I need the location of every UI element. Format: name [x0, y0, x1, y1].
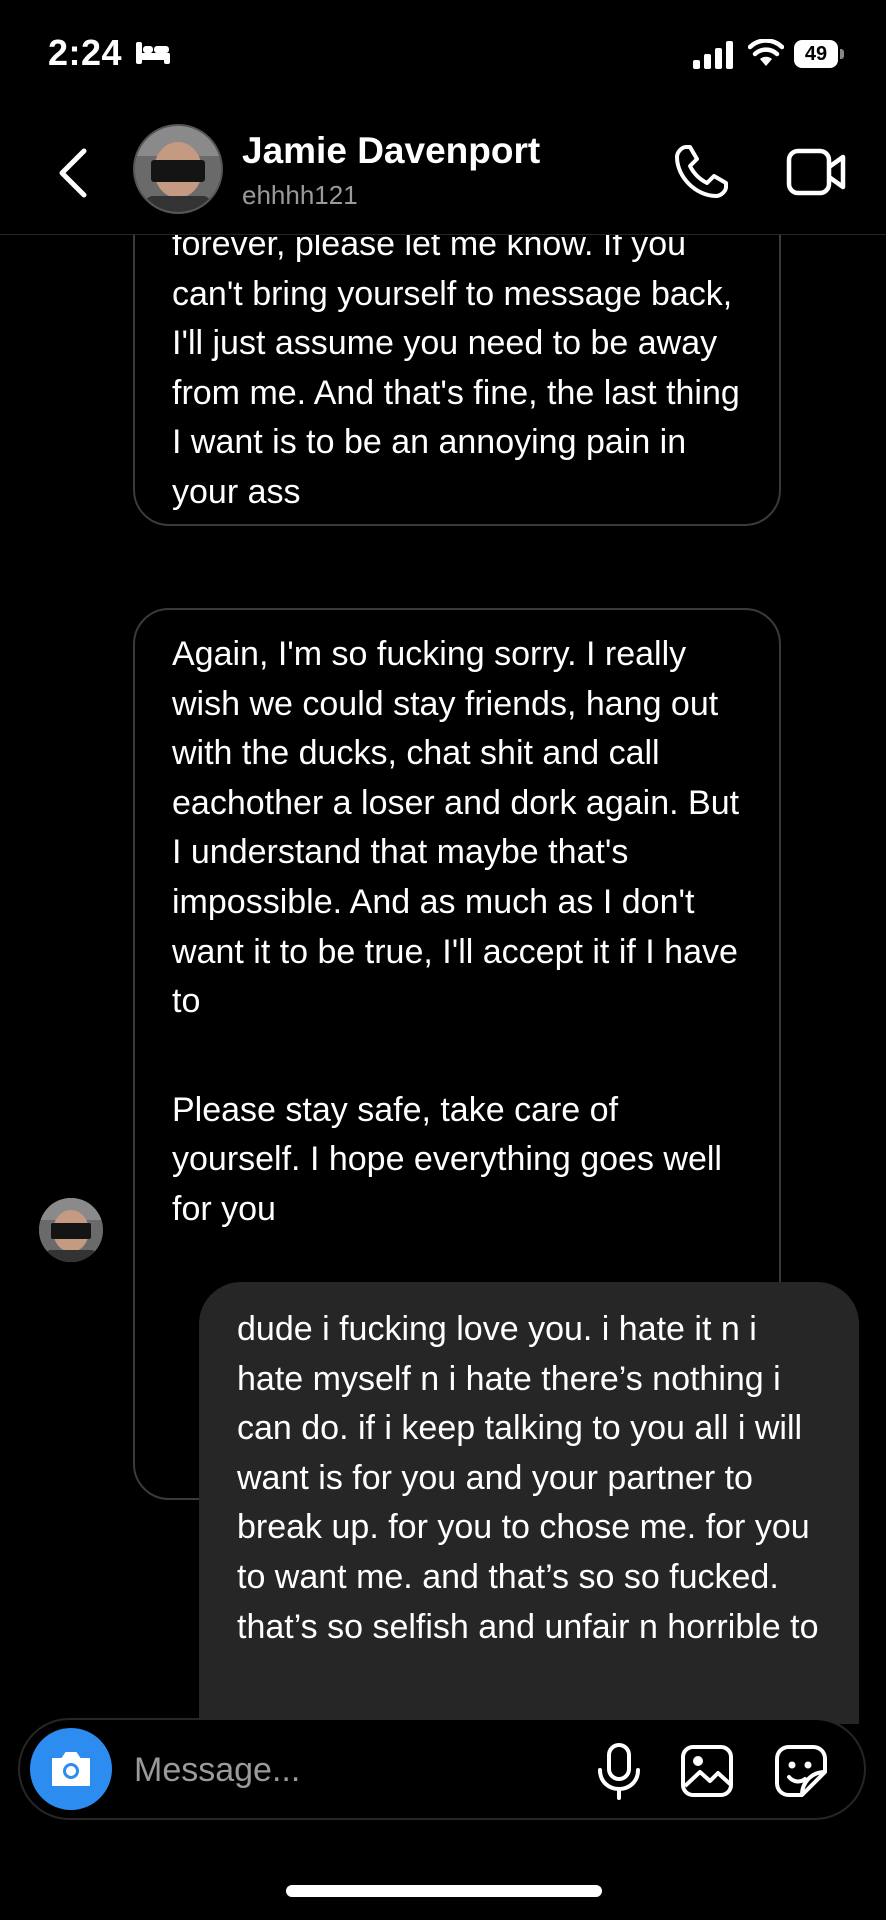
message-composer [18, 1718, 866, 1820]
sticker-icon[interactable] [774, 1744, 828, 1798]
contact-avatar[interactable] [133, 124, 223, 214]
back-chevron-icon[interactable] [50, 145, 94, 201]
gallery-icon[interactable] [680, 1744, 734, 1798]
message-text: forever, please let me know. If you can'… [172, 234, 740, 511]
message-text: Again, I'm so fucking sorry. I really wi… [172, 635, 740, 1021]
battery-level: 49 [794, 40, 838, 68]
message-thread[interactable]: forever, please let me know. If you can'… [0, 234, 886, 1724]
chat-header: Jamie Davenport ehhhh121 [0, 110, 886, 235]
status-time: 2:24 [48, 32, 123, 73]
video-camera-icon[interactable] [786, 146, 848, 198]
contact-username: ehhhh121 [242, 180, 358, 210]
camera-icon [52, 1752, 90, 1786]
status-bar: 2:24 49 [0, 0, 886, 110]
bed-icon [136, 42, 170, 64]
message-input[interactable] [132, 1742, 596, 1798]
home-indicator [286, 1885, 602, 1897]
contact-name[interactable]: Jamie Davenport [242, 130, 540, 172]
phone-call-icon[interactable] [672, 143, 730, 201]
microphone-icon[interactable] [594, 1742, 644, 1800]
message-text: Please stay safe, take care of yourself.… [172, 1090, 722, 1228]
wifi-icon [748, 39, 784, 66]
message-text: dude i fucking love you. i hate it n i h… [237, 1310, 819, 1646]
signal-icon [693, 41, 733, 69]
sender-avatar[interactable] [39, 1198, 103, 1262]
received-message-bubble[interactable]: forever, please let me know. If you can'… [133, 234, 781, 526]
battery-icon: 49 [794, 40, 846, 68]
sent-message-bubble[interactable]: dude i fucking love you. i hate it n i h… [199, 1282, 859, 1724]
camera-button[interactable] [30, 1728, 112, 1810]
